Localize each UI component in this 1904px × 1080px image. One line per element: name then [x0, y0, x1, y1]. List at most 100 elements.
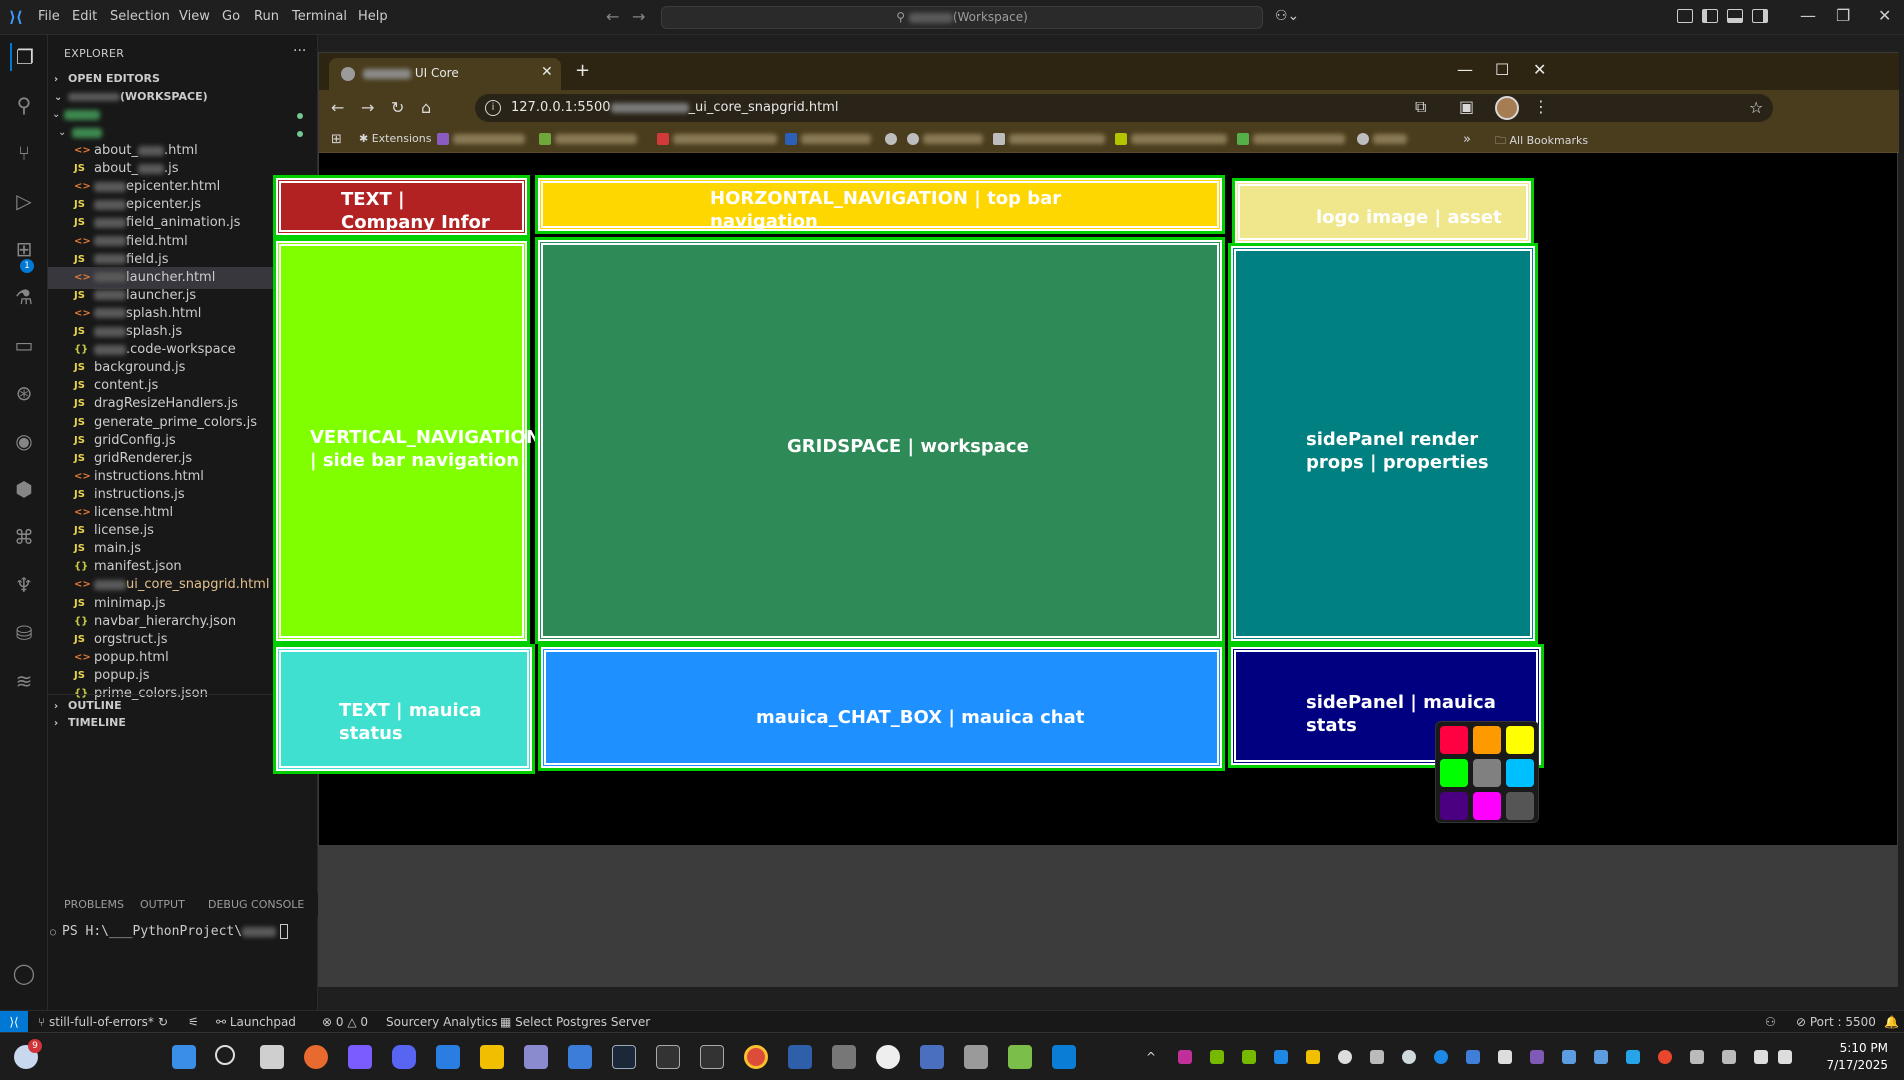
menu-edit[interactable]: Edit — [72, 9, 97, 24]
panel-logo-asset[interactable]: logo image | asset — [1232, 178, 1534, 246]
menu-file[interactable]: File — [38, 9, 60, 24]
tray-chevron-up-icon[interactable]: ^ — [1146, 1050, 1160, 1064]
browser-back-icon[interactable]: ← — [331, 98, 344, 117]
store-icon[interactable] — [436, 1045, 460, 1069]
apps-grid-icon[interactable]: ⊞ — [331, 132, 342, 147]
panel-vertical-navigation[interactable]: VERTICAL_NAVIGATION | side bar navigatio… — [273, 238, 541, 644]
tray-app-3-icon[interactable] — [1626, 1050, 1640, 1064]
sync-tray-icon[interactable] — [1498, 1050, 1512, 1064]
nvidia-icon[interactable] — [1210, 1050, 1224, 1064]
bluetooth-icon[interactable] — [1434, 1050, 1448, 1064]
start-windows-icon[interactable] — [172, 1045, 196, 1069]
account-icon[interactable]: ◯ — [10, 959, 38, 987]
python-icon[interactable]: ⌘ — [10, 523, 38, 551]
task-view-icon[interactable] — [260, 1045, 284, 1069]
close-tab-icon[interactable]: ✕ — [541, 64, 553, 80]
tray-purple-icon[interactable] — [1530, 1050, 1544, 1064]
bookmark-10[interactable] — [1357, 132, 1407, 145]
usb-icon[interactable] — [1370, 1050, 1384, 1064]
problems-count[interactable]: ⊗ 0 △ 0 — [322, 1015, 368, 1029]
palette-swatch[interactable] — [1473, 792, 1501, 820]
notifications-bell-icon[interactable]: 🔔 — [1884, 1015, 1899, 1029]
firefox-icon[interactable] — [304, 1045, 328, 1069]
bookmark-7[interactable] — [993, 132, 1105, 145]
browser-forward-icon[interactable]: → — [361, 98, 374, 117]
postgres-elephant-icon[interactable]: ♆ — [10, 571, 38, 599]
panel-gridspace-workspace[interactable]: GRIDSPACE | workspace — [535, 237, 1225, 644]
vscode-logo-icon[interactable]: ⟩⟨ — [9, 9, 25, 25]
browser-tab-active[interactable]: UI Core ✕ — [329, 58, 561, 90]
launchpad[interactable]: ⚯ Launchpad — [216, 1015, 296, 1029]
palette-swatch[interactable] — [1506, 792, 1534, 820]
toggle-secondary-sidebar-icon[interactable] — [1752, 9, 1768, 23]
clock-time[interactable]: 5:10 PM — [1818, 1041, 1888, 1055]
tray-blue-icon[interactable] — [1274, 1050, 1288, 1064]
browser-minimize-icon[interactable]: — — [1457, 60, 1473, 79]
back-arrow-icon[interactable]: ← — [606, 7, 619, 26]
ports-icon[interactable]: ⚟ — [188, 1015, 199, 1029]
browser-close-icon[interactable]: ✕ — [1533, 60, 1546, 79]
sync-icon[interactable]: ↻ — [158, 1015, 168, 1029]
file-explorer-icon[interactable] — [480, 1045, 504, 1069]
browser-menu-icon[interactable]: ⋮ — [1533, 97, 1549, 116]
database-icon[interactable]: ⛁ — [10, 619, 38, 647]
palette-swatch[interactable] — [1473, 726, 1501, 754]
panel-chat-box[interactable]: mauica_CHAT_BOX | mauica chat — [538, 644, 1225, 771]
panel-status-text[interactable]: TEXT | mauica status — [273, 644, 535, 774]
browser-maximize-icon[interactable]: ☐ — [1495, 60, 1509, 79]
discord-icon[interactable] — [392, 1045, 416, 1069]
bookmark-4[interactable] — [785, 132, 871, 145]
bookmark-2[interactable] — [539, 132, 637, 145]
save-floppy-icon[interactable] — [920, 1045, 944, 1069]
calculator-icon[interactable] — [568, 1045, 592, 1069]
git-branch[interactable]: ⑂ still-full-of-errors* — [38, 1015, 154, 1029]
tab-problems[interactable]: PROBLEMS — [64, 898, 124, 911]
extensions-puzzle-icon[interactable]: ⧉ — [1415, 97, 1426, 117]
remote-explorer-icon[interactable]: ▭ — [10, 331, 38, 359]
explorer-files-icon[interactable]: ❐ — [10, 43, 38, 71]
paint-icon[interactable] — [524, 1045, 548, 1069]
palette-swatch[interactable] — [1506, 726, 1534, 754]
volume-icon[interactable] — [1778, 1050, 1792, 1064]
menu-terminal[interactable]: Terminal — [292, 9, 347, 24]
palette-swatch[interactable] — [1440, 726, 1468, 754]
palette-swatch[interactable] — [1506, 759, 1534, 787]
bookmark-9[interactable] — [1237, 132, 1345, 145]
wifi-icon[interactable] — [1754, 1050, 1768, 1064]
terminal-prompt[interactable]: ○ PS H:\___PythonProject\ — [50, 924, 289, 939]
copilot-icon[interactable]: ⚇⌄ — [1275, 8, 1299, 24]
search-icon[interactable]: ⚲ — [10, 91, 38, 119]
menu-help[interactable]: Help — [358, 9, 388, 24]
toggle-panel-icon[interactable] — [1727, 9, 1743, 23]
cast-icon[interactable]: ▣ — [1459, 97, 1474, 116]
home-icon[interactable]: ⌂ — [421, 98, 431, 117]
keyboard-app-icon[interactable] — [832, 1045, 856, 1069]
sourcery-analytics[interactable]: Sourcery Analytics — [386, 1015, 498, 1029]
tray-white-icon[interactable] — [1338, 1050, 1352, 1064]
terminal-app-icon[interactable] — [656, 1045, 680, 1069]
notepad-icon[interactable] — [1008, 1045, 1032, 1069]
defender-icon[interactable] — [1466, 1050, 1480, 1064]
menu-view[interactable]: View — [179, 9, 210, 24]
panel-properties[interactable]: sidePanel render props | properties — [1228, 243, 1538, 644]
layout-customize-icon[interactable] — [1677, 9, 1693, 23]
bookmark-5[interactable] — [885, 132, 901, 145]
tray-app-2-icon[interactable] — [1562, 1050, 1576, 1064]
tray-app-icon[interactable] — [1178, 1050, 1192, 1064]
keyboard-icon[interactable] — [1690, 1050, 1704, 1064]
bookmark-1[interactable] — [391, 132, 525, 145]
bookmark-star-icon[interactable]: ☆ — [1749, 98, 1763, 117]
bookmark-3[interactable] — [657, 132, 777, 145]
gitlens-icon[interactable]: ◉ — [10, 427, 38, 455]
live-server-port[interactable]: ⊘ Port : 5500 — [1796, 1015, 1876, 1029]
postgres-server[interactable]: ▦ Select Postgres Server — [500, 1015, 650, 1029]
new-tab-plus-icon[interactable]: + — [575, 60, 590, 81]
palette-swatch[interactable] — [1440, 792, 1468, 820]
chrome-icon[interactable] — [744, 1045, 768, 1069]
all-bookmarks[interactable]: 🗀 All Bookmarks — [1495, 132, 1588, 151]
menu-go[interactable]: Go — [222, 9, 240, 24]
terminal-app-2-icon[interactable] — [700, 1045, 724, 1069]
toggle-primary-sidebar-icon[interactable] — [1702, 9, 1718, 23]
forward-arrow-icon[interactable]: → — [632, 7, 645, 26]
reload-icon[interactable]: ↻ — [391, 98, 404, 117]
